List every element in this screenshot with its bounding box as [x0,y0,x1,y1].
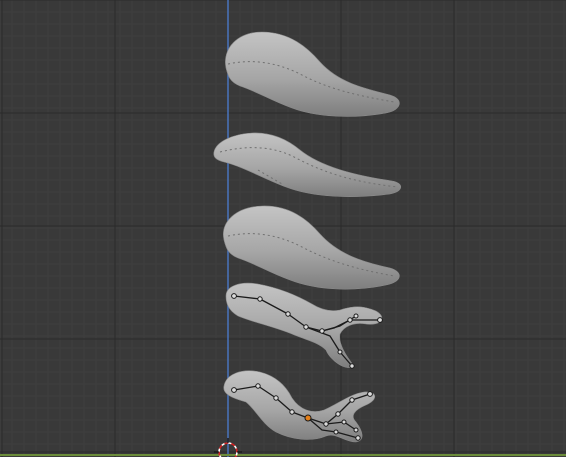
tail-rigged-4[interactable] [225,282,383,369]
3d-viewport[interactable] [0,0,566,457]
active-bone-joint[interactable] [304,414,312,422]
tail-mesh-2[interactable] [213,132,402,197]
tail-rigged-5[interactable] [223,370,376,443]
viewport-canvas[interactable] [0,0,566,457]
tail-mesh-3[interactable] [223,205,400,290]
